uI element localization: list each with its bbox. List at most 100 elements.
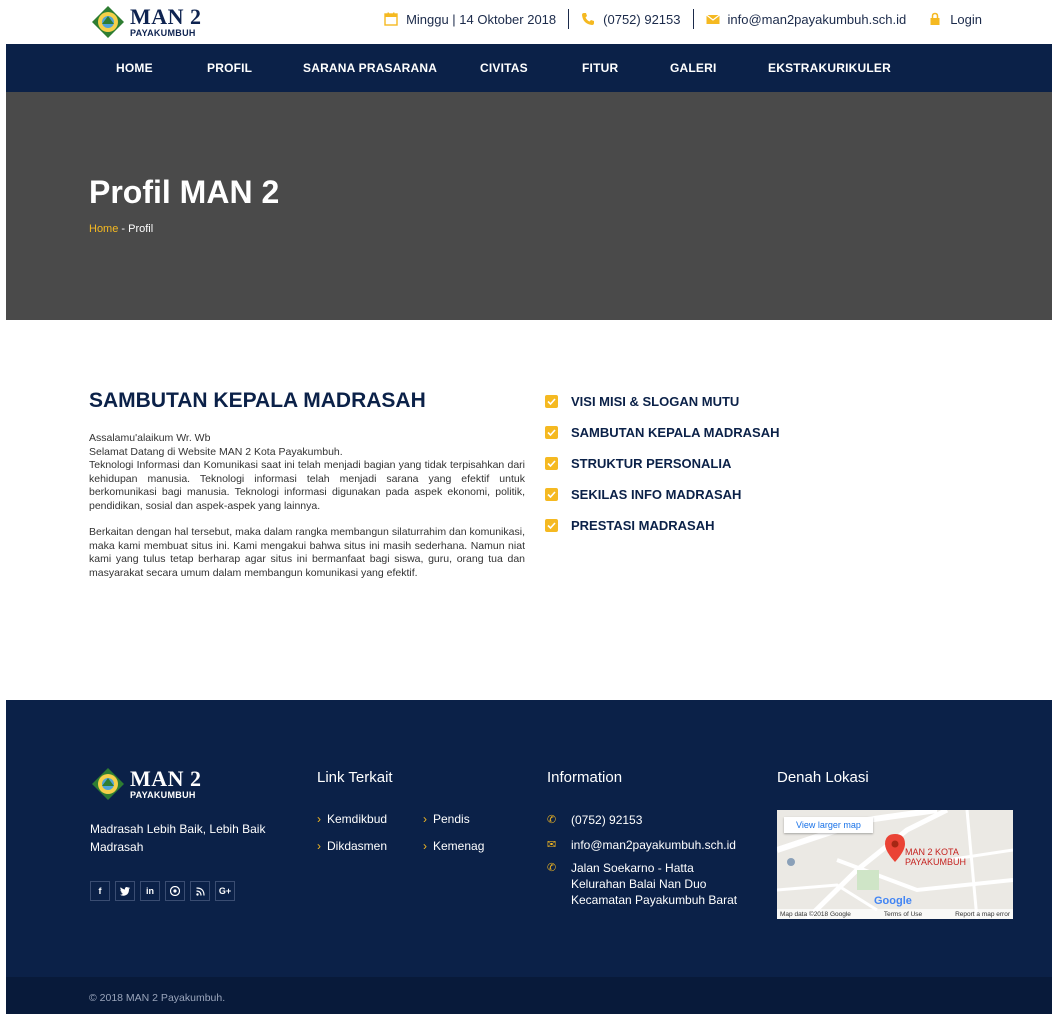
pinterest-logo-icon [170, 886, 180, 896]
copyright-bar: © 2018 MAN 2 Payakumbuh. [6, 977, 1052, 1014]
footer-logo[interactable]: MAN 2 PAYAKUMBUH [90, 766, 202, 802]
info-email-text: info@man2payakumbuh.sch.id [571, 838, 736, 852]
link-dikdasmen[interactable]: › Dikdasmen [317, 839, 387, 853]
map-pin-icon [885, 834, 905, 862]
check-square-icon [545, 395, 558, 408]
social-links: f in G+ [90, 881, 240, 901]
breadcrumb-separator: - [118, 223, 129, 235]
twitter-icon[interactable] [115, 881, 135, 901]
profile-menu-item[interactable]: SAMBUTAN KEPALA MADRASAH [545, 417, 779, 448]
nav-profil[interactable]: PROFIL [207, 61, 252, 75]
profile-menu-item[interactable]: PRESTASI MADRASAH [545, 510, 779, 541]
profile-menu: VISI MISI & SLOGAN MUTU SAMBUTAN KEPALA … [545, 386, 779, 541]
phone-text: (0752) 92153 [603, 11, 681, 27]
link-label: Kemdikbud [327, 812, 388, 826]
link-kemenag[interactable]: › Kemenag [423, 839, 484, 853]
check-square-icon [545, 519, 558, 532]
location-map[interactable]: View larger map MAN 2 KOTA PAYAKUMBUH Go… [777, 810, 1013, 919]
map-report-link[interactable]: Report a map error [955, 911, 1010, 918]
login-link[interactable]: Login [928, 12, 982, 27]
chevron-right-icon: › [317, 812, 321, 826]
site-footer: MAN 2 PAYAKUMBUH Madrasah Lebih Baik, Le… [6, 700, 1052, 977]
envelope-icon: ✉ [547, 839, 557, 851]
link-label: Kemenag [433, 839, 485, 853]
breadcrumb: Home - Profil [89, 223, 153, 235]
logo-main-text: MAN 2 [130, 4, 202, 29]
top-info: Minggu | 14 Oktober 2018 (0752) 92153 in… [384, 9, 982, 29]
profile-menu-item[interactable]: VISI MISI & SLOGAN MUTU [545, 386, 779, 417]
facebook-icon[interactable]: f [90, 881, 110, 901]
rss-feed-icon [195, 886, 205, 896]
google-logo: Google [874, 895, 912, 907]
date-text: Minggu | 14 Oktober 2018 [406, 11, 557, 27]
map-attribution: Map data ©2018 Google Terms of Use Repor… [777, 909, 1013, 919]
map-data-text: Map data ©2018 Google [780, 910, 851, 918]
phone-icon [582, 13, 595, 25]
view-larger-map-button[interactable]: View larger map [784, 817, 873, 833]
login-text: Login [950, 11, 982, 27]
link-kemdikbud[interactable]: › Kemdikbud [317, 812, 387, 826]
body-paragraph: Assalamu'alaikum Wr. Wb Selamat Datang d… [89, 432, 525, 512]
emblem-icon [92, 6, 124, 38]
twitter-bird-icon [120, 886, 130, 896]
section-title: SAMBUTAN KEPALA MADRASAH [89, 389, 426, 412]
logo-sub-text: PAYAKUMBUH [130, 28, 196, 38]
chevron-right-icon: › [317, 839, 321, 853]
map-place-label: MAN 2 KOTA PAYAKUMBUH [905, 847, 967, 867]
map-terms-link[interactable]: Terms of Use [884, 911, 922, 918]
footer-logo-sub-text: PAYAKUMBUH [130, 790, 196, 800]
email-info[interactable]: info@man2payakumbuh.sch.id [705, 11, 907, 27]
pinterest-icon[interactable] [165, 881, 185, 901]
profile-menu-label: VISI MISI & SLOGAN MUTU [571, 394, 740, 409]
footer-logo-main-text: MAN 2 [130, 766, 202, 791]
info-address-text: Jalan Soekarno - Hatta Kelurahan Balai N… [571, 861, 738, 907]
info-phone[interactable]: ✆ (0752) 92153 [547, 812, 642, 828]
page-hero: Profil MAN 2 Home - Profil [6, 92, 1052, 320]
map-heading: Denah Lokasi [777, 769, 869, 786]
page-title: Profil MAN 2 [89, 174, 280, 210]
envelope-icon [705, 14, 720, 24]
profile-menu-item[interactable]: SEKILAS INFO MADRASAH [545, 479, 779, 510]
rss-icon[interactable] [190, 881, 210, 901]
nav-home[interactable]: HOME [116, 61, 153, 75]
emblem-icon [92, 768, 124, 800]
body-paragraph: Berkaitan dengan hal tersebut, maka dala… [89, 526, 525, 579]
breadcrumb-current: Profil [128, 223, 154, 235]
links-heading: Link Terkait [317, 769, 393, 786]
info-email[interactable]: ✉ info@man2payakumbuh.sch.id [547, 837, 736, 853]
top-bar: MAN 2 PAYAKUMBUH Minggu | 14 Oktober 201… [0, 0, 1052, 44]
footer-tagline: Madrasah Lebih Baik, Lebih Baik Madrasah [90, 822, 266, 854]
nav-ekstrakurikuler[interactable]: EKSTRAKURIKULER [768, 61, 891, 75]
link-label: Pendis [433, 812, 470, 826]
section-body: Assalamu'alaikum Wr. Wb Selamat Datang d… [89, 432, 525, 593]
phone-icon: ✆ [547, 814, 557, 826]
nav-fitur[interactable]: FITUR [582, 61, 618, 75]
chevron-right-icon: › [423, 839, 427, 853]
site-logo[interactable]: MAN 2 PAYAKUMBUH [90, 4, 202, 40]
profile-menu-label: SEKILAS INFO MADRASAH [571, 487, 742, 502]
phone-info[interactable]: (0752) 92153 [581, 11, 681, 27]
nav-galeri[interactable]: GALERI [670, 61, 717, 75]
breadcrumb-home-link[interactable]: Home [89, 223, 118, 235]
divider [568, 9, 570, 29]
profile-menu-item[interactable]: STRUKTUR PERSONALIA [545, 448, 779, 479]
lock-icon [930, 12, 940, 25]
email-text: info@man2payakumbuh.sch.id [727, 11, 907, 27]
nav-civitas[interactable]: CIVITAS [480, 61, 528, 75]
linkedin-icon[interactable]: in [140, 881, 160, 901]
profile-menu-label: SAMBUTAN KEPALA MADRASAH [571, 425, 780, 440]
copyright-text: © 2018 MAN 2 Payakumbuh. [89, 992, 226, 1004]
link-label: Dikdasmen [327, 839, 388, 853]
google-plus-icon[interactable]: G+ [215, 881, 235, 901]
calendar-icon [384, 12, 398, 26]
chevron-right-icon: › [423, 812, 427, 826]
date-info: Minggu | 14 Oktober 2018 [384, 12, 556, 27]
divider [692, 9, 694, 29]
profile-menu-label: STRUKTUR PERSONALIA [571, 456, 732, 471]
nav-sarana-prasarana[interactable]: SARANA PRASARANA [303, 61, 437, 75]
check-square-icon [545, 426, 558, 439]
info-heading: Information [547, 769, 623, 786]
main-nav: HOME PROFIL SARANA PRASARANA CIVITAS FIT… [6, 44, 1052, 92]
link-pendis[interactable]: › Pendis [423, 812, 470, 826]
check-square-icon [545, 488, 558, 501]
